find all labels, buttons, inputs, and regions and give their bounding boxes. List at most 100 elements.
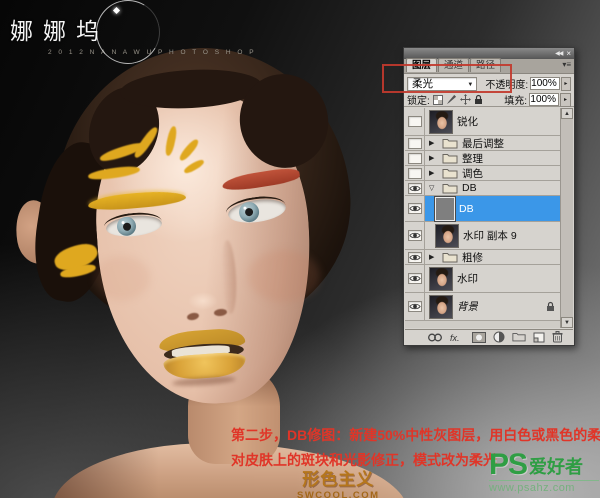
layer-row[interactable]: 水印 副本 9	[405, 222, 560, 250]
layer-row[interactable]: ▶调色	[405, 166, 560, 181]
visibility-toggle[interactable]	[405, 136, 425, 150]
visibility-toggle[interactable]	[405, 151, 425, 165]
tutorial-screenshot: 娜娜坞 2 0 1 2 N A N A W U P H O T O S H O …	[0, 0, 600, 498]
folder-icon	[442, 168, 458, 179]
fill-slider-button[interactable]	[560, 93, 571, 107]
lock-position-icon[interactable]	[460, 94, 471, 105]
layer-thumbnail[interactable]	[429, 267, 453, 291]
layer-row[interactable]: ▶ 最后调整	[405, 136, 560, 151]
expand-triangle-icon[interactable]: ▶	[429, 170, 438, 177]
collapse-icon[interactable]: ◀◀	[555, 51, 562, 57]
layer-name: DB	[459, 203, 474, 215]
nose-highlight	[188, 292, 218, 310]
layer-style-icon[interactable]: fx.	[450, 332, 465, 343]
scroll-down-icon[interactable]	[561, 317, 573, 328]
close-icon[interactable]: ×	[566, 50, 571, 58]
lock-image-icon[interactable]	[446, 94, 457, 105]
eye-empty-box	[408, 116, 422, 127]
lock-fill-row: 锁定: 填充: 100%	[404, 93, 574, 107]
ps-fans-watermark: PS 爱好者 www.psahz.com	[489, 452, 599, 494]
panel-toolbar: fx.	[405, 329, 573, 344]
layer-row[interactable]: ▽DB	[405, 181, 560, 196]
lock-icon	[546, 301, 555, 312]
layer-row[interactable]: DB	[405, 196, 560, 222]
lock-all-icon[interactable]	[474, 94, 483, 105]
gold-lips	[158, 321, 254, 387]
swcool-watermark: 形色主义 SWCOOL.COM	[297, 465, 380, 498]
opacity-slider-button[interactable]	[561, 77, 571, 91]
eye-icon	[408, 230, 422, 241]
layer-row-body: 水印	[425, 265, 560, 292]
visibility-toggle[interactable]	[405, 222, 425, 249]
delete-layer-icon[interactable]	[552, 331, 563, 343]
eye-empty-box	[408, 168, 422, 179]
ps-fans-name: 爱好者	[529, 456, 583, 478]
layer-row[interactable]: ▶ 整理	[405, 151, 560, 166]
eye-icon	[408, 183, 422, 194]
svg-text:fx.: fx.	[450, 333, 460, 343]
visibility-toggle[interactable]	[405, 181, 425, 195]
annotation-rectangle	[382, 64, 512, 93]
visibility-toggle[interactable]	[405, 108, 425, 135]
layer-name: 背景	[457, 299, 478, 314]
ps-fans-url: www.psahz.com	[489, 480, 599, 494]
layer-row-body: ▶ 粗修	[425, 250, 560, 264]
expand-triangle-icon[interactable]: ▶	[429, 140, 438, 147]
layer-row-body: DB	[425, 196, 560, 221]
layer-name: 水印	[457, 271, 478, 286]
gray-layer-thumbnail[interactable]	[435, 197, 455, 221]
layer-row[interactable]: ▶ 粗修	[405, 250, 560, 265]
eye-icon	[408, 301, 422, 312]
new-layer-icon[interactable]	[533, 332, 545, 343]
expand-triangle-icon[interactable]: ▶	[429, 254, 438, 261]
lock-transparency-icon[interactable]	[433, 95, 443, 105]
layer-row-body: ▶调色	[425, 166, 560, 180]
folder-icon	[442, 252, 458, 263]
ps-logo: PS	[489, 452, 527, 478]
layer-thumbnail[interactable]	[435, 224, 459, 248]
layer-thumbnail[interactable]	[429, 295, 453, 319]
expand-triangle-icon[interactable]: ▶	[429, 155, 438, 162]
scrollbar[interactable]	[560, 108, 573, 328]
layer-name: 最后调整	[462, 136, 504, 151]
visibility-toggle[interactable]	[405, 166, 425, 180]
nanawu-watermark: 娜娜坞 2 0 1 2 N A N A W U P H O T O S H O …	[10, 12, 256, 56]
layer-row-body: 锐化	[425, 108, 560, 135]
fill-label: 填充:	[504, 92, 527, 107]
visibility-toggle[interactable]	[405, 250, 425, 264]
adjustment-layer-icon[interactable]	[493, 331, 505, 343]
layer-row-body: ▽DB	[425, 181, 560, 195]
folder-icon	[442, 138, 458, 149]
visibility-toggle[interactable]	[405, 265, 425, 292]
folder-icon	[442, 153, 458, 164]
lock-label: 锁定:	[407, 92, 430, 107]
fill-input[interactable]: 100%	[529, 93, 559, 106]
layer-row-body: 水印 副本 9	[425, 222, 560, 249]
layer-row-body: ▶ 最后调整	[425, 136, 560, 150]
visibility-toggle[interactable]	[405, 196, 425, 221]
eye-icon	[408, 203, 422, 214]
layer-name: 水印 副本 9	[463, 228, 517, 243]
layer-thumbnail[interactable]	[429, 110, 453, 134]
layer-row[interactable]: 锐化	[405, 108, 560, 136]
layer-mask-icon[interactable]	[472, 332, 486, 343]
scroll-up-icon[interactable]	[561, 108, 573, 119]
folder-icon	[442, 183, 458, 194]
eye-icon	[408, 252, 422, 263]
eye-icon	[408, 273, 422, 284]
opacity-input[interactable]: 100%	[530, 77, 560, 90]
expand-triangle-open-icon[interactable]: ▽	[429, 185, 438, 192]
layer-name: 整理	[462, 151, 483, 166]
layer-row[interactable]: 水印	[405, 265, 560, 293]
visibility-toggle[interactable]	[405, 293, 425, 320]
new-group-icon[interactable]	[512, 332, 526, 342]
layer-row-body: 背景	[425, 293, 560, 320]
panel-menu-icon[interactable]	[562, 61, 571, 69]
layer-row[interactable]: 背景	[405, 293, 560, 321]
layer-name: 锐化	[457, 114, 478, 129]
layer-list: 锐化 ▶ 最后调整 ▶ 整理▶调色▽DB DB 水印 副本 9 ▶ 粗修水印背景	[405, 108, 560, 328]
layer-row-body: ▶ 整理	[425, 151, 560, 165]
layer-name: 粗修	[462, 250, 483, 265]
cheek-shading	[94, 256, 150, 300]
link-icon[interactable]	[427, 333, 443, 342]
